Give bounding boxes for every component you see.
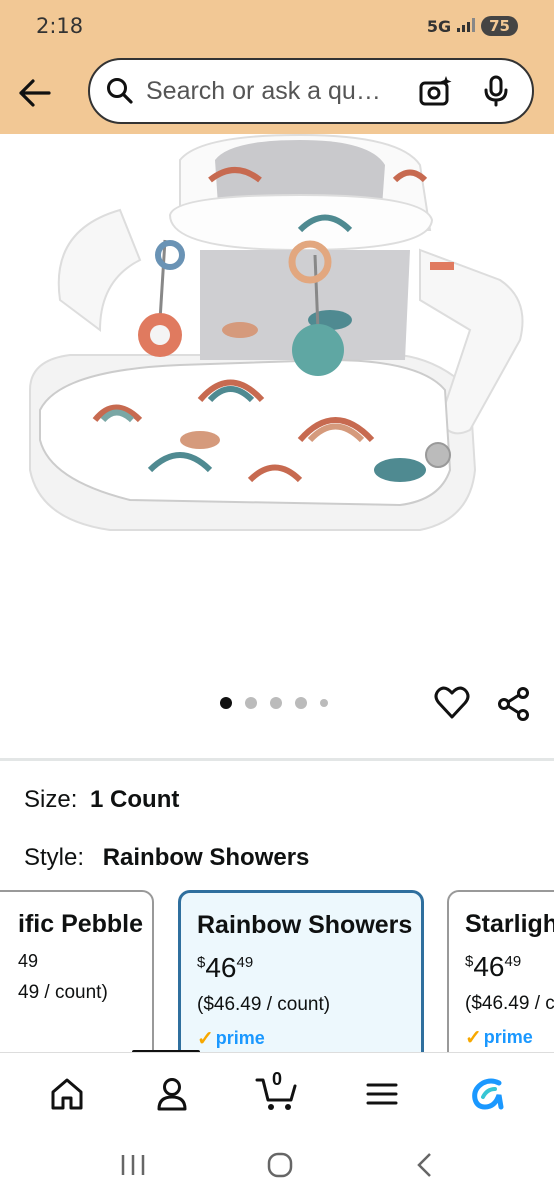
cart-count: 0 xyxy=(271,1068,282,1089)
app-header: Search or ask a qu… xyxy=(0,52,554,134)
nav-home[interactable] xyxy=(32,1059,102,1129)
style-label: Style: xyxy=(24,844,85,871)
prime-check-icon: ✓ xyxy=(465,1027,482,1049)
voice-search-button[interactable] xyxy=(483,75,509,107)
signal-icon xyxy=(457,17,476,36)
system-navigation-bar xyxy=(0,1134,554,1200)
home-icon xyxy=(51,1078,83,1109)
option-name: Rainbow Showers xyxy=(197,911,413,939)
share-button[interactable] xyxy=(496,686,532,727)
back-arrow-icon xyxy=(19,79,51,107)
pagination-dot[interactable] xyxy=(220,697,232,709)
prime-label: prime xyxy=(215,1028,265,1048)
prime-badge: ✓ prime xyxy=(197,1026,405,1051)
wishlist-button[interactable] xyxy=(434,686,470,725)
home-system-button[interactable] xyxy=(266,1151,294,1184)
person-icon xyxy=(157,1077,187,1110)
heart-icon xyxy=(434,686,470,719)
search-input[interactable]: Search or ask a qu… xyxy=(146,77,401,106)
size-label: Size: xyxy=(24,786,78,813)
camera-search-button[interactable] xyxy=(419,75,453,107)
option-price: 49 xyxy=(0,951,136,972)
nav-menu[interactable] xyxy=(347,1059,417,1129)
option-price-fraction: 49 xyxy=(18,951,39,971)
pagination-dot[interactable] xyxy=(320,699,328,707)
product-photo xyxy=(29,134,524,531)
prime-badge: ✓ prime xyxy=(465,1025,554,1050)
network-indicator: 5G xyxy=(426,16,452,36)
battery-indicator: 75 xyxy=(481,16,518,36)
option-price: $4649 xyxy=(465,951,554,983)
style-options-carousel[interactable]: ific Pebble 49 49 / count) Rainbow Showe… xyxy=(0,888,554,1054)
pagination-dot[interactable] xyxy=(270,697,282,709)
chevron-left-icon xyxy=(417,1152,431,1177)
search-icon xyxy=(107,78,133,104)
search-bar[interactable]: Search or ask a qu… xyxy=(88,58,534,124)
option-unit-price: ($46.49 / c xyxy=(465,993,554,1014)
style-option-card[interactable]: Starligh $4649 ($46.49 / c ✓ prime xyxy=(447,890,554,1054)
option-price-whole: 46 xyxy=(473,951,505,982)
option-price-fraction: 49 xyxy=(236,954,254,971)
home-circle-icon xyxy=(267,1152,293,1177)
nav-account[interactable] xyxy=(137,1059,207,1129)
size-selection: Size: 1 Count xyxy=(24,786,179,814)
back-system-button[interactable] xyxy=(414,1151,434,1184)
option-name: Starligh xyxy=(465,910,554,938)
menu-icon xyxy=(366,1083,398,1104)
image-pagination[interactable] xyxy=(220,697,328,709)
pagination-dot[interactable] xyxy=(295,697,307,709)
back-button[interactable] xyxy=(0,58,70,128)
status-time: 2:18 xyxy=(36,14,84,38)
option-unit-price: ($46.49 / count) xyxy=(197,994,331,1015)
option-price-fraction: 49 xyxy=(504,953,522,970)
option-name: ific Pebble xyxy=(18,910,144,938)
nav-rufus[interactable] xyxy=(452,1059,522,1129)
camera-sparkle-icon xyxy=(419,76,452,106)
nav-cart[interactable]: 0 xyxy=(242,1059,312,1129)
option-price-whole: 46 xyxy=(205,952,237,983)
option-unit-price: 49 / count) xyxy=(18,982,108,1003)
style-selection: Style: Rainbow Showers xyxy=(24,844,309,872)
bottom-navigation: 0 xyxy=(0,1052,554,1134)
style-option-card-selected[interactable]: Rainbow Showers $4649 ($46.49 / count) ✓… xyxy=(178,890,424,1054)
status-indicators: 5G 75 xyxy=(427,16,518,36)
microphone-icon xyxy=(484,75,508,107)
prime-check-icon: ✓ xyxy=(197,1028,214,1050)
rufus-assistant-icon xyxy=(472,1078,504,1110)
option-price: $4649 xyxy=(197,952,405,984)
section-divider xyxy=(0,758,554,761)
size-value: 1 Count xyxy=(90,786,180,813)
recent-apps-button[interactable] xyxy=(120,1153,146,1182)
recent-apps-icon xyxy=(121,1154,145,1175)
product-image[interactable] xyxy=(0,134,554,694)
share-icon xyxy=(498,687,529,721)
style-value: Rainbow Showers xyxy=(102,844,310,871)
style-option-card[interactable]: ific Pebble 49 49 / count) xyxy=(0,890,154,1054)
status-bar: 2:18 5G 75 xyxy=(0,0,554,52)
prime-label: prime xyxy=(483,1027,533,1047)
pagination-dot[interactable] xyxy=(245,697,257,709)
